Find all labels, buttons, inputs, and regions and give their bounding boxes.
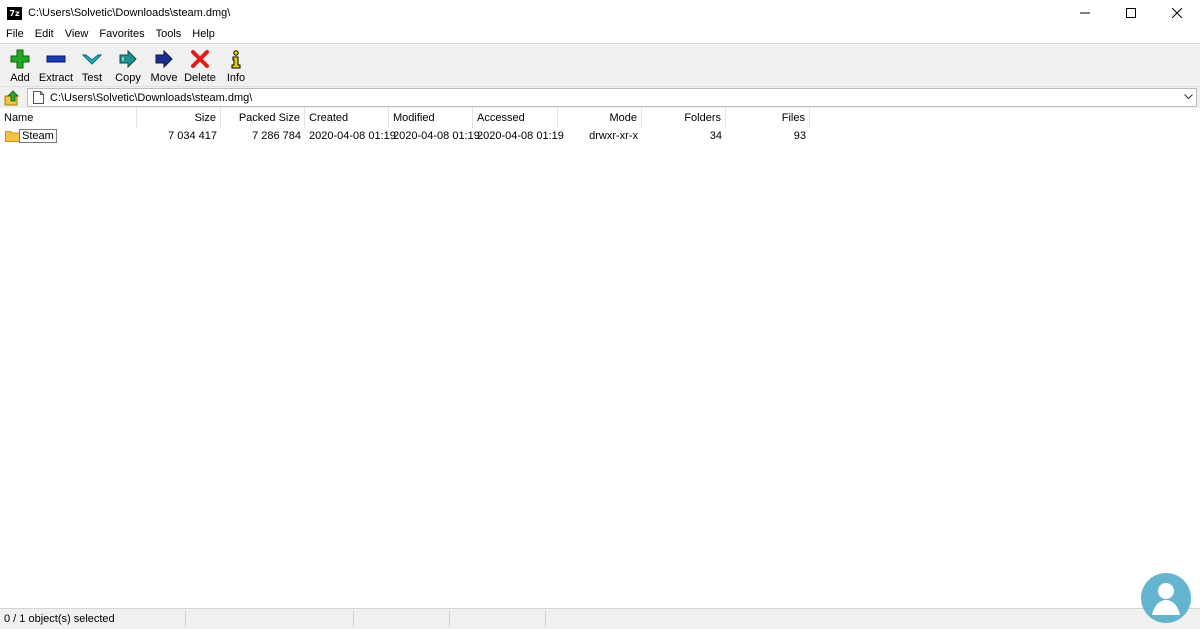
- delete-button[interactable]: Delete: [182, 44, 218, 86]
- extract-button[interactable]: Extract: [38, 44, 74, 86]
- column-header-name[interactable]: Name: [0, 108, 137, 128]
- title-bar: 7z C:\Users\Solvetic\Downloads\steam.dmg…: [0, 0, 1200, 26]
- row-created: 2020-04-08 01:19: [309, 130, 396, 142]
- file-list: Name Size Packed Size Created Modified A…: [0, 108, 1200, 608]
- chevron-down-icon[interactable]: [1184, 94, 1193, 100]
- address-path: C:\Users\Solvetic\Downloads\steam.dmg\: [50, 92, 253, 104]
- copy-label: Copy: [115, 72, 141, 84]
- row-modified: 2020-04-08 01:19: [393, 130, 480, 142]
- menu-help[interactable]: Help: [186, 28, 220, 40]
- column-header-mode[interactable]: Mode: [558, 108, 642, 128]
- column-header-folders[interactable]: Folders: [642, 108, 726, 128]
- address-field[interactable]: C:\Users\Solvetic\Downloads\steam.dmg\: [27, 88, 1197, 107]
- table-row[interactable]: Steam 7 034 417 7 286 784 2020-04-08 01:…: [0, 128, 1200, 144]
- column-header-files[interactable]: Files: [726, 108, 810, 128]
- move-label: Move: [150, 72, 178, 84]
- app-icon: 7z: [7, 6, 22, 20]
- column-header-created[interactable]: Created: [305, 108, 389, 128]
- add-label: Add: [10, 72, 30, 84]
- document-icon: [33, 91, 44, 104]
- row-accessed: 2020-04-08 01:19: [477, 130, 564, 142]
- status-segment-3: [354, 611, 450, 627]
- add-button[interactable]: Add: [2, 44, 38, 86]
- window-title: C:\Users\Solvetic\Downloads\steam.dmg\: [28, 7, 231, 19]
- toolbar: Add Extract Test Copy Move Delete Info: [0, 43, 1200, 87]
- address-bar: C:\Users\Solvetic\Downloads\steam.dmg\: [0, 86, 1200, 109]
- info-icon: [231, 50, 241, 69]
- status-segment-2: [186, 611, 354, 627]
- info-button[interactable]: Info: [218, 44, 254, 86]
- column-header-accessed[interactable]: Accessed: [473, 108, 558, 128]
- row-name: Steam: [19, 129, 57, 143]
- menu-tools[interactable]: Tools: [150, 28, 187, 40]
- test-button[interactable]: Test: [74, 44, 110, 86]
- maximize-icon: [1126, 8, 1136, 18]
- add-icon: [10, 49, 30, 69]
- row-files: 93: [793, 130, 806, 142]
- test-icon: [82, 54, 102, 65]
- close-icon: [1172, 8, 1182, 18]
- copy-button[interactable]: Copy: [110, 44, 146, 86]
- watermark-logo: [1141, 573, 1191, 623]
- row-size: 7 034 417: [168, 130, 217, 142]
- status-bar: 0 / 1 object(s) selected: [0, 608, 1200, 629]
- menu-favorites[interactable]: Favorites: [93, 28, 149, 40]
- window-controls: [1062, 0, 1200, 26]
- close-button[interactable]: [1154, 0, 1200, 26]
- maximize-button[interactable]: [1108, 0, 1154, 26]
- up-folder-icon[interactable]: [4, 90, 20, 106]
- extract-icon: [46, 55, 66, 63]
- info-label: Info: [226, 72, 246, 84]
- test-label: Test: [81, 72, 103, 84]
- menu-edit[interactable]: Edit: [29, 28, 59, 40]
- menu-file[interactable]: File: [0, 28, 29, 40]
- minimize-button[interactable]: [1062, 0, 1108, 26]
- menu-bar: File Edit View Favorites Tools Help: [0, 26, 1200, 42]
- menu-view[interactable]: View: [59, 28, 94, 40]
- column-header-size[interactable]: Size: [137, 108, 221, 128]
- status-segment-4: [450, 611, 546, 627]
- delete-label: Delete: [184, 72, 216, 84]
- column-header-modified[interactable]: Modified: [389, 108, 473, 128]
- status-selection: 0 / 1 object(s) selected: [0, 611, 186, 627]
- delete-icon: [191, 50, 209, 68]
- copy-icon: [119, 49, 137, 69]
- row-folders: 34: [709, 130, 722, 142]
- move-icon: [155, 49, 173, 69]
- extract-label: Extract: [38, 72, 74, 84]
- row-packed-size: 7 286 784: [252, 130, 301, 142]
- minimize-icon: [1080, 12, 1090, 14]
- row-mode: drwxr-xr-x: [589, 130, 638, 142]
- move-button[interactable]: Move: [146, 44, 182, 86]
- column-header-packed-size[interactable]: Packed Size: [221, 108, 305, 128]
